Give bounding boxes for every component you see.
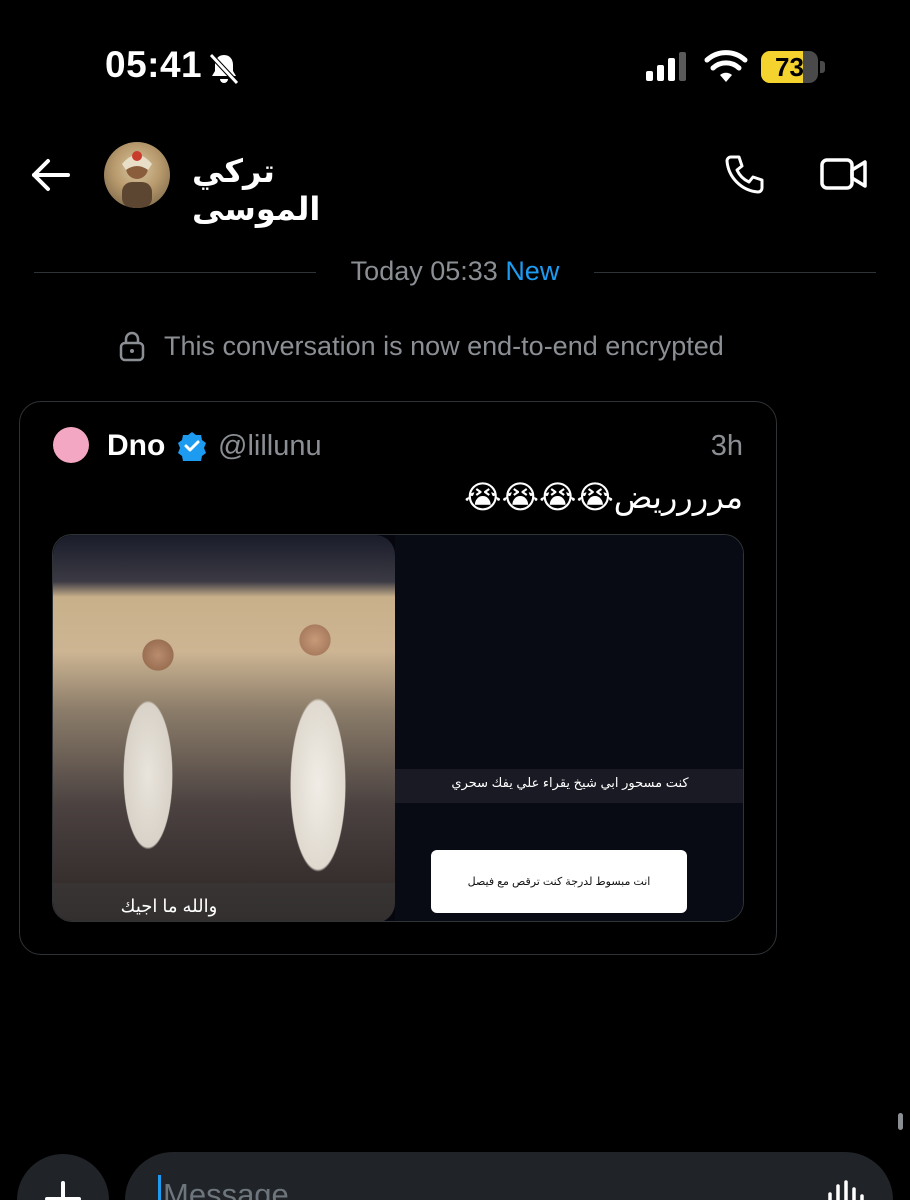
shared-post-card[interactable]: Dno @lillunu 3h مرررريض😭😭😭😭 والله ما اجي… (19, 401, 777, 955)
media-left-caption: والله ما اجيك (120, 896, 218, 916)
new-label: New (505, 256, 560, 286)
verified-badge-icon (178, 432, 206, 461)
encryption-notice-text: This conversation is now end-to-end encr… (164, 330, 724, 361)
wifi-icon (704, 50, 748, 82)
battery-cap (820, 61, 825, 73)
text-caret (158, 1175, 161, 1200)
battery-level: 73 (775, 52, 804, 82)
post-media[interactable]: والله ما اجيك كنت مسحور ابي شيخ يقراء عل… (52, 534, 744, 922)
status-time: 05:41 (105, 44, 203, 85)
media-right-caption: كنت مسحور ابي شيخ يقراء علي يفك سحري (451, 775, 689, 790)
battery-icon: 73 (761, 51, 825, 83)
contact-name[interactable]: تركي الموسى (192, 152, 372, 228)
back-arrow-icon[interactable] (28, 155, 72, 195)
date-separator: Today 05:33 New (316, 256, 594, 287)
lock-icon (119, 331, 145, 362)
video-camera-icon[interactable] (820, 156, 868, 192)
media-photo-right[interactable]: كنت مسحور ابي شيخ يقراء علي يفك سحري انت… (395, 535, 743, 921)
scrollbar[interactable] (898, 1113, 903, 1130)
media-right-box-text: انت مبسوط لدرجة كنت ترقص مع فيصل (467, 876, 651, 888)
contact-avatar[interactable] (104, 142, 170, 208)
post-text: مرررريض😭😭😭😭 (464, 479, 743, 515)
plus-icon[interactable] (44, 1180, 82, 1200)
signal-icon (646, 52, 686, 81)
media-photo-left[interactable]: والله ما اجيك (53, 535, 395, 921)
post-author-handle[interactable]: @lillunu (218, 430, 322, 463)
date-separator-time: Today 05:33 (350, 256, 498, 286)
voice-wave-icon[interactable] (826, 1180, 868, 1200)
phone-icon[interactable] (722, 153, 766, 197)
separator-line-right (594, 272, 876, 273)
post-author-name[interactable]: Dno (107, 429, 165, 463)
avatar-image (122, 151, 152, 208)
message-input[interactable] (163, 1170, 663, 1200)
post-author-avatar[interactable] (53, 427, 89, 463)
separator-line-left (34, 272, 316, 273)
encryption-notice: This conversation is now end-to-end encr… (118, 328, 724, 364)
bell-slash-icon (209, 53, 239, 85)
post-timestamp: 3h (710, 430, 743, 462)
